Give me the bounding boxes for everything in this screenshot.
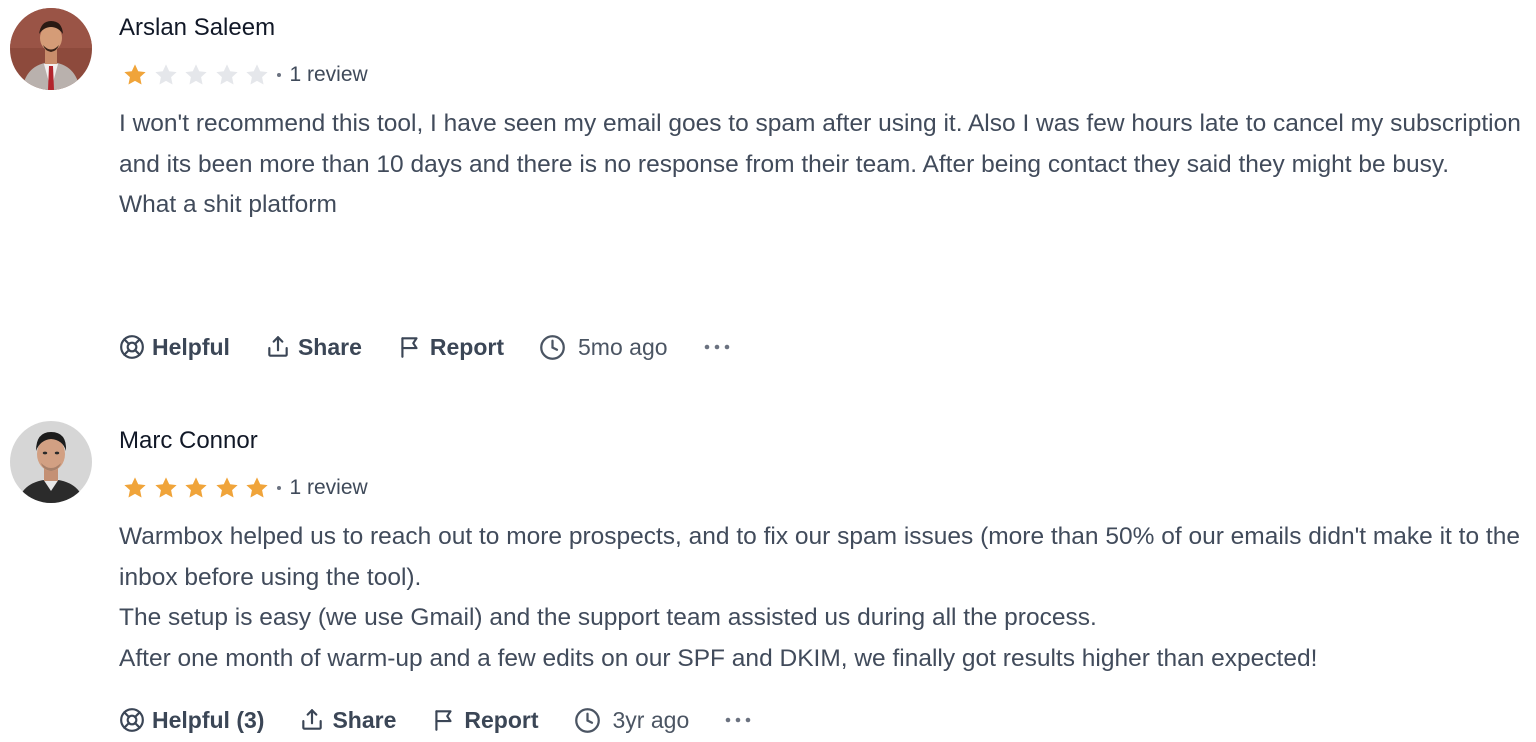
star-rating bbox=[122, 62, 275, 88]
review-body: Warmbox helped us to reach out to more p… bbox=[119, 517, 1531, 679]
helpful-button[interactable]: Helpful (3) bbox=[119, 707, 264, 734]
review-card: Marc Connor 1 review Warmbox helped us t… bbox=[0, 413, 1536, 742]
star-empty-icon bbox=[246, 64, 268, 85]
report-label: Report bbox=[429, 333, 505, 360]
separator-dot bbox=[276, 73, 281, 77]
more-horizontal-icon[interactable] bbox=[702, 342, 732, 352]
share-label: Share bbox=[332, 706, 397, 733]
report-button[interactable]: Report bbox=[431, 706, 539, 734]
review-count[interactable]: 1 review bbox=[290, 476, 368, 500]
flag-icon bbox=[435, 710, 452, 731]
author-name[interactable]: Arslan Saleem bbox=[119, 14, 275, 42]
helpful-button[interactable]: Helpful bbox=[119, 334, 230, 361]
review-time: 5mo ago bbox=[539, 334, 668, 361]
review-paragraph: The setup is easy (we use Gmail) and the… bbox=[119, 604, 1097, 632]
helpful-label: Helpful (3) bbox=[152, 706, 265, 733]
review-card: Arslan Saleem 1 review I won't recommend… bbox=[0, 0, 1536, 390]
review-paragraph: After one month of warm-up and a few edi… bbox=[119, 644, 1318, 672]
share-upload-icon bbox=[268, 336, 288, 357]
share-button[interactable]: Share bbox=[265, 334, 362, 361]
clock-icon bbox=[574, 707, 600, 733]
star-empty-icon bbox=[154, 64, 177, 85]
report-label: Report bbox=[464, 706, 539, 733]
clock-icon bbox=[540, 334, 565, 360]
review-time: 3yr ago bbox=[574, 706, 690, 734]
lifebuoy-icon bbox=[120, 708, 144, 732]
share-upload-icon bbox=[302, 709, 323, 730]
more-horizontal-icon[interactable] bbox=[723, 715, 753, 725]
review-paragraph: I won't recommend this tool, I have seen… bbox=[119, 110, 1528, 178]
lifebuoy-icon bbox=[120, 335, 144, 359]
flag-icon bbox=[401, 337, 418, 358]
author-name[interactable]: Marc Connor bbox=[119, 427, 258, 455]
review-paragraph: Warmbox helped us to reach out to more p… bbox=[119, 523, 1527, 591]
review-actions: Helpful (3) Share Report 3yr ago bbox=[119, 703, 753, 737]
separator-dot bbox=[276, 486, 281, 490]
review-body: I won't recommend this tool, I have seen… bbox=[119, 104, 1531, 226]
star-filled-icon bbox=[154, 477, 177, 498]
star-filled-icon bbox=[124, 477, 146, 498]
avatar[interactable] bbox=[10, 8, 92, 90]
star-empty-icon bbox=[215, 64, 238, 85]
rating-row: 1 review bbox=[122, 473, 368, 503]
report-button[interactable]: Report bbox=[397, 334, 504, 361]
review-actions: Helpful Share Report 5mo ago bbox=[119, 330, 732, 364]
star-empty-icon bbox=[185, 64, 207, 85]
avatar[interactable] bbox=[10, 421, 92, 503]
time-label: 5mo ago bbox=[578, 333, 668, 360]
review-paragraph: What a shit platform bbox=[119, 191, 337, 219]
time-label: 3yr ago bbox=[612, 706, 690, 733]
star-rating bbox=[122, 475, 275, 501]
star-filled-icon bbox=[246, 477, 268, 498]
share-label: Share bbox=[297, 333, 362, 360]
review-count[interactable]: 1 review bbox=[290, 63, 368, 87]
helpful-label: Helpful bbox=[152, 333, 230, 360]
star-filled-icon bbox=[215, 477, 238, 498]
star-filled-icon bbox=[124, 64, 146, 85]
share-button[interactable]: Share bbox=[299, 707, 396, 734]
rating-row: 1 review bbox=[122, 60, 368, 90]
star-filled-icon bbox=[185, 477, 207, 498]
